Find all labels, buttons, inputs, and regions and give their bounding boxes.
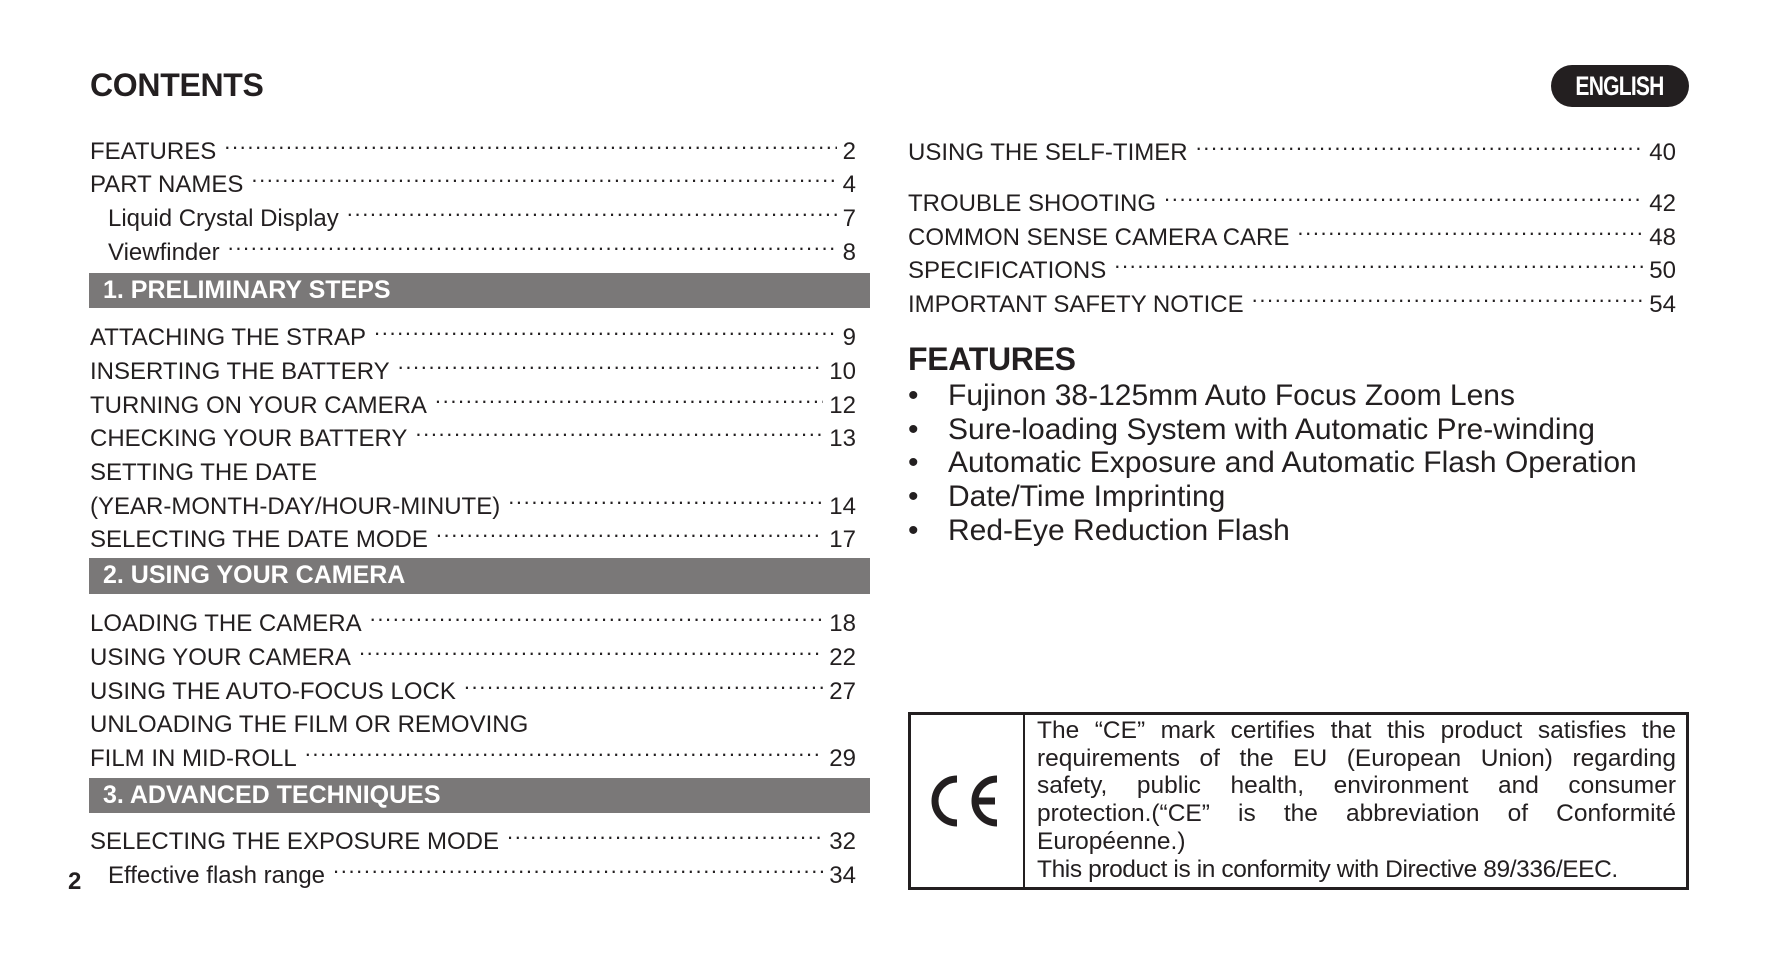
leader-dots (1114, 244, 1643, 278)
toc-entry[interactable]: PART NAMES4 (90, 158, 856, 198)
toc-entry[interactable]: LOADING THE CAMERA18 (90, 597, 856, 637)
ce-directive: This product is in conformity with Direc… (1037, 855, 1618, 883)
feature-text: Red-Eye Reduction Flash (948, 514, 1290, 547)
toc-entry-first-line[interactable]: UNLOADING THE FILM OR REMOVING (90, 698, 856, 738)
language-badge: ENGLISH (1551, 65, 1689, 107)
toc-entry-label: Effective flash range (108, 862, 326, 889)
leader-dots (508, 480, 823, 514)
leader-dots (507, 815, 823, 849)
toc-entry-page: 17 (829, 526, 856, 553)
leader-dots (374, 311, 837, 345)
feature-item: • Automatic Exposure and Automatic Flash … (908, 446, 1637, 480)
bullet-icon: • (908, 446, 919, 479)
leader-dots (398, 345, 824, 379)
leader-dots (464, 665, 823, 699)
ce-paragraph: The “CE” mark certifies that this produc… (1037, 717, 1676, 855)
toc-entry[interactable]: TURNING ON YOUR CAMERA12 (90, 379, 856, 419)
toc-entry-page: 34 (829, 862, 856, 889)
toc-entry[interactable]: SPECIFICATIONS50 (908, 244, 1676, 284)
section-heading-using-your-camera[interactable]: 2. USING YOUR CAMERA (89, 558, 870, 594)
toc-entry[interactable]: TROUBLE SHOOTING42 (908, 177, 1676, 217)
toc-entry[interactable]: INSERTING THE BATTERY10 (90, 345, 856, 385)
leader-dots (1164, 177, 1643, 211)
leader-dots (1196, 126, 1644, 160)
leader-dots (251, 158, 836, 192)
toc-entry[interactable]: SELECTING THE DATE MODE 17 (90, 513, 856, 553)
toc-entry-page: 40 (1649, 139, 1676, 166)
leader-dots (359, 631, 823, 665)
leader-spacer (325, 446, 856, 480)
feature-item: • Red-Eye Reduction Flash (908, 514, 1290, 548)
leader-dots (228, 226, 837, 260)
bullet-icon: • (908, 379, 919, 412)
toc-entry-label: USING THE SELF-TIMER (908, 139, 1188, 166)
leader-dots (333, 849, 823, 883)
leader-spacer (536, 698, 856, 732)
toc-entry-label: FILM IN MID-ROLL (90, 745, 297, 772)
toc-entry-page: 54 (1649, 291, 1676, 318)
bullet-icon: • (908, 514, 919, 547)
ce-notice-box: The “CE” mark certifies that this produc… (908, 712, 1689, 890)
leader-dots (436, 513, 823, 547)
leader-dots (1252, 278, 1644, 312)
ce-mark-icon (931, 775, 998, 827)
toc-entry-page: 29 (829, 745, 856, 772)
feature-item: • Fujinon 38-125mm Auto Focus Zoom Lens (908, 379, 1515, 413)
leader-dots (224, 125, 836, 159)
toc-entry[interactable]: SELECTING THE EXPOSURE MODE32 (90, 815, 856, 855)
toc-entry[interactable]: IMPORTANT SAFETY NOTICE 54 (908, 278, 1676, 318)
leader-dots (1297, 211, 1643, 245)
feature-text: Fujinon 38-125mm Auto Focus Zoom Lens (948, 379, 1515, 412)
toc-entry[interactable]: CHECKING YOUR BATTERY13 (90, 412, 856, 452)
feature-item: • Date/Time Imprinting (908, 480, 1225, 514)
toc-entry-first-line[interactable]: SETTING THE DATE (90, 446, 856, 486)
leader-dots (435, 379, 823, 413)
toc-entry[interactable]: FEATURES2 (90, 125, 856, 165)
bullet-icon: • (908, 413, 919, 446)
toc-entry[interactable]: USING THE AUTO-FOCUS LOCK27 (90, 665, 856, 705)
feature-text: Automatic Exposure and Automatic Flash O… (948, 446, 1637, 479)
leader-dots (305, 732, 824, 766)
toc-entry-label: Viewfinder (108, 239, 220, 266)
leader-dots (415, 412, 823, 446)
toc-entry[interactable]: ATTACHING THE STRAP9 (90, 311, 856, 351)
ce-box-divider (1023, 715, 1025, 887)
feature-text: Sure-loading System with Automatic Pre-w… (948, 413, 1595, 446)
toc-entry[interactable]: FILM IN MID-ROLL 29 (90, 732, 856, 772)
leader-dots (347, 192, 837, 226)
page-number: 2 (68, 868, 82, 895)
ce-notice-text: The “CE” mark certifies that this produc… (1037, 717, 1676, 883)
toc-subentry[interactable]: Effective flash range 34 (108, 849, 856, 889)
feature-item: • Sure-loading System with Automatic Pre-… (908, 413, 1595, 447)
toc-entry[interactable]: (YEAR-MONTH-DAY/HOUR-MINUTE)14 (90, 480, 856, 520)
toc-entry[interactable]: USING THE SELF-TIMER 40 (908, 126, 1676, 166)
toc-entry-label: IMPORTANT SAFETY NOTICE (908, 291, 1244, 318)
toc-entry-label: SELECTING THE DATE MODE (90, 526, 428, 553)
bullet-icon: • (908, 480, 919, 513)
toc-entry-page: 8 (842, 239, 856, 266)
features-heading: FEATURES (908, 341, 1076, 377)
section-heading-preliminary-steps[interactable]: 1. PRELIMINARY STEPS (89, 273, 870, 308)
language-badge-label: ENGLISH (1575, 71, 1665, 101)
section-heading-advanced-techniques[interactable]: 3. ADVANCED TECHNIQUES (89, 778, 870, 813)
page-title: CONTENTS (90, 67, 264, 103)
toc-entry[interactable]: USING YOUR CAMERA22 (90, 631, 856, 671)
toc-entry[interactable]: COMMON SENSE CAMERA CARE48 (908, 211, 1676, 251)
feature-text: Date/Time Imprinting (948, 480, 1226, 513)
toc-subentry[interactable]: Viewfinder 8 (108, 226, 856, 266)
toc-subentry[interactable]: Liquid Crystal Display7 (108, 192, 856, 232)
leader-dots (370, 597, 824, 631)
